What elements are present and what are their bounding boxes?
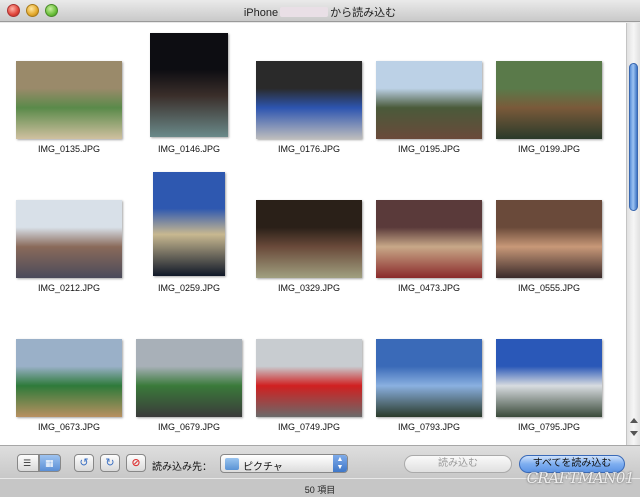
photo-frame: IMG_0135.JPG xyxy=(10,31,128,154)
photo-item[interactable]: IMG_0555.JPG xyxy=(490,170,608,293)
photo-item[interactable]: IMG_0749.JPG xyxy=(250,309,368,432)
photo-item[interactable]: IMG_0259.JPG xyxy=(130,170,248,293)
photo-frame: IMG_0146.JPG xyxy=(130,31,248,154)
photo-frame: IMG_0212.JPG xyxy=(10,170,128,293)
photo-thumbnail[interactable] xyxy=(256,61,362,139)
photo-thumbnail[interactable] xyxy=(256,339,362,417)
photo-filename: IMG_0749.JPG xyxy=(277,422,341,432)
photo-frame: IMG_0473.JPG xyxy=(370,170,488,293)
photo-thumbnail[interactable] xyxy=(496,200,602,278)
pictures-folder-icon xyxy=(225,458,239,470)
photo-thumbnail[interactable] xyxy=(256,200,362,278)
photo-filename: IMG_0212.JPG xyxy=(37,283,101,293)
photo-browser[interactable]: IMG_0135.JPG IMG_0146.JPG IMG_0176.JPG IMG_… xyxy=(0,23,626,445)
rotate-left-button[interactable]: ↺ xyxy=(74,454,94,472)
photo-item[interactable]: IMG_0199.JPG xyxy=(490,31,608,154)
photo-filename: IMG_0679.JPG xyxy=(157,422,221,432)
photo-filename: IMG_0135.JPG xyxy=(37,144,101,154)
photo-frame: IMG_0199.JPG xyxy=(490,31,608,154)
photo-filename: IMG_0473.JPG xyxy=(397,283,461,293)
photo-item[interactable]: IMG_0473.JPG xyxy=(370,170,488,293)
import-button[interactable]: 読み込む xyxy=(404,455,512,473)
icon-view-button[interactable]: ▦ xyxy=(39,454,61,472)
destination-popup[interactable]: ピクチャ ▲ ▼ xyxy=(220,454,348,473)
photo-thumbnail[interactable] xyxy=(376,339,482,417)
photo-item[interactable]: IMG_0146.JPG xyxy=(130,31,248,154)
photo-frame: IMG_0793.JPG xyxy=(370,309,488,432)
photo-filename: IMG_0259.JPG xyxy=(157,283,221,293)
photo-frame: IMG_0795.JPG xyxy=(490,309,608,432)
photo-thumbnail[interactable] xyxy=(16,200,122,278)
photo-filename: IMG_0176.JPG xyxy=(277,144,341,154)
popup-arrows-icon: ▲ ▼ xyxy=(333,455,347,472)
photo-thumbnail[interactable] xyxy=(136,339,242,417)
photo-item[interactable]: IMG_0679.JPG xyxy=(130,309,248,432)
redacted-device-name xyxy=(280,7,329,17)
photo-frame: IMG_0195.JPG xyxy=(370,31,488,154)
import-to-label: 読み込み先： xyxy=(152,462,212,473)
photo-filename: IMG_0146.JPG xyxy=(157,144,221,154)
grid-icon: ▦ xyxy=(45,458,54,468)
watermark: CRAFTMAN01 xyxy=(526,469,635,487)
photo-thumbnail[interactable] xyxy=(496,339,602,417)
photo-item[interactable]: IMG_0793.JPG xyxy=(370,309,488,432)
photo-item[interactable]: IMG_0176.JPG xyxy=(250,31,368,154)
window-title-action: から読み込む xyxy=(330,7,397,19)
scroll-down-arrow-icon[interactable] xyxy=(630,431,638,436)
photo-item[interactable]: IMG_0673.JPG xyxy=(10,309,128,432)
photo-item[interactable]: IMG_0795.JPG xyxy=(490,309,608,432)
vertical-scrollbar[interactable] xyxy=(626,23,640,445)
photo-frame: IMG_0259.JPG xyxy=(130,170,248,293)
photo-thumbnail[interactable] xyxy=(376,200,482,278)
photo-thumbnail[interactable] xyxy=(153,172,225,276)
photo-filename: IMG_0555.JPG xyxy=(517,283,581,293)
photo-filename: IMG_0795.JPG xyxy=(517,422,581,432)
destination-value: ピクチャ xyxy=(243,462,283,473)
photo-filename: IMG_0673.JPG xyxy=(37,422,101,432)
photo-frame: IMG_0555.JPG xyxy=(490,170,608,293)
list-view-button[interactable]: ☰ xyxy=(17,454,39,472)
no-entry-icon: ⊘ xyxy=(131,457,141,469)
photo-item[interactable]: IMG_0135.JPG xyxy=(10,31,128,154)
photo-filename: IMG_0195.JPG xyxy=(397,144,461,154)
photo-thumbnail[interactable] xyxy=(150,33,228,137)
photo-thumbnail[interactable] xyxy=(16,61,122,139)
rotate-right-button[interactable]: ↻ xyxy=(100,454,120,472)
photo-frame: IMG_0673.JPG xyxy=(10,309,128,432)
photo-frame: IMG_0749.JPG xyxy=(250,309,368,432)
scroll-up-arrow-icon[interactable] xyxy=(630,418,638,423)
photo-thumbnail[interactable] xyxy=(496,61,602,139)
title-bar[interactable]: iPhone から読み込む xyxy=(0,0,640,22)
rotate-left-icon: ↺ xyxy=(79,457,89,469)
delete-button[interactable]: ⊘ xyxy=(126,454,146,472)
photo-frame: IMG_0679.JPG xyxy=(130,309,248,432)
photo-thumbnail[interactable] xyxy=(376,61,482,139)
photo-item[interactable]: IMG_0195.JPG xyxy=(370,31,488,154)
photo-thumbnail[interactable] xyxy=(16,339,122,417)
photo-filename: IMG_0793.JPG xyxy=(397,422,461,432)
window-title-device: iPhone xyxy=(243,7,279,19)
photo-filename: IMG_0329.JPG xyxy=(277,283,341,293)
scrollbar-thumb[interactable] xyxy=(629,63,638,211)
photo-frame: IMG_0176.JPG xyxy=(250,31,368,154)
window-title: iPhone から読み込む xyxy=(0,4,640,20)
photo-item[interactable]: IMG_0212.JPG xyxy=(10,170,128,293)
import-window: iPhone から読み込む IMG_0135.JPG IMG_0146.JPG IMG… xyxy=(0,0,640,497)
photo-filename: IMG_0199.JPG xyxy=(517,144,581,154)
rotate-right-icon: ↻ xyxy=(105,457,115,469)
photo-item[interactable]: IMG_0329.JPG xyxy=(250,170,368,293)
photo-frame: IMG_0329.JPG xyxy=(250,170,368,293)
list-icon: ☰ xyxy=(23,458,32,468)
